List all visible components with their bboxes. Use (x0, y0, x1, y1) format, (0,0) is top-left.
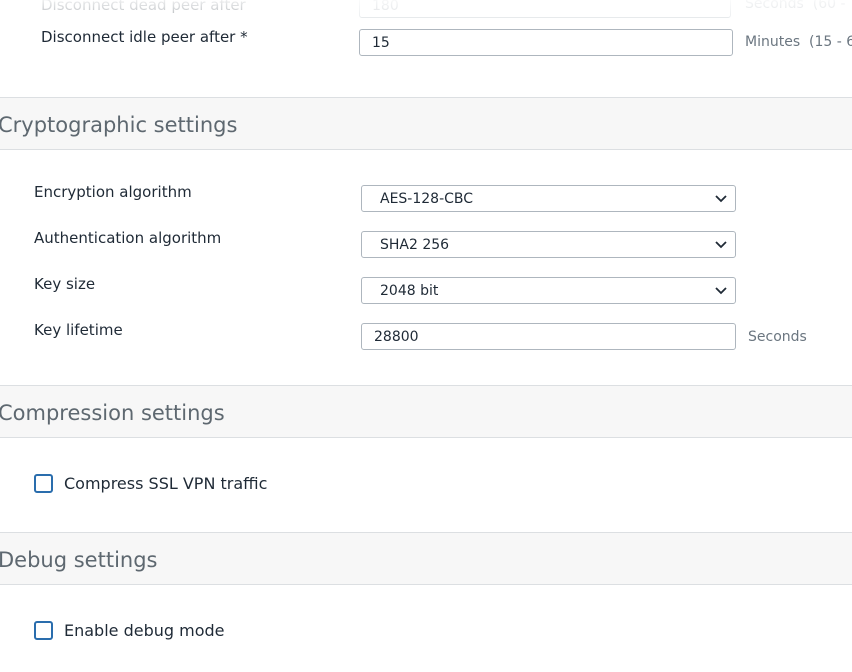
idle-peer-range: (15 - 6 (809, 34, 852, 50)
idle-peer-input[interactable] (359, 29, 733, 56)
crypto-section-header: Cryptographic settings (0, 97, 852, 150)
chevron-down-icon (715, 241, 727, 249)
encryption-select[interactable]: AES-128-CBC (361, 185, 736, 212)
idle-peer-unit: Minutes (15 - 6 (745, 34, 852, 50)
encryption-label: Encryption algorithm (34, 183, 192, 201)
dead-peer-unit: Seconds (60 - (745, 0, 846, 12)
crypto-section-title: Cryptographic settings (0, 113, 238, 137)
dead-peer-row: Disconnect dead peer after 180 Seconds (… (0, 0, 852, 18)
authentication-label: Authentication algorithm (34, 229, 222, 247)
key-lifetime-unit: Seconds (748, 329, 807, 345)
idle-peer-label: Disconnect idle peer after * (41, 28, 248, 46)
key-size-select[interactable]: 2048 bit (361, 277, 736, 304)
key-size-label: Key size (34, 275, 96, 293)
chevron-down-icon (715, 287, 727, 295)
key-lifetime-label: Key lifetime (34, 321, 123, 339)
dead-peer-unit-text: Seconds (745, 0, 804, 12)
key-lifetime-input[interactable] (361, 323, 736, 350)
dead-peer-label: Disconnect dead peer after (41, 0, 246, 14)
encryption-value: AES-128-CBC (380, 191, 474, 207)
debug-mode-checkbox[interactable] (34, 621, 53, 640)
compression-section-title: Compression settings (0, 401, 225, 425)
key-size-value: 2048 bit (380, 283, 439, 299)
compress-traffic-label[interactable]: Compress SSL VPN traffic (64, 474, 267, 493)
compression-section-header: Compression settings (0, 385, 852, 438)
dead-peer-input[interactable]: 180 (359, 0, 731, 18)
authentication-select[interactable]: SHA2 256 (361, 231, 736, 258)
debug-section-header: Debug settings (0, 532, 852, 585)
chevron-down-icon (715, 195, 727, 203)
debug-mode-label[interactable]: Enable debug mode (64, 621, 225, 640)
dead-peer-range: (60 - (812, 0, 846, 12)
compress-traffic-checkbox[interactable] (34, 474, 53, 493)
idle-peer-unit-text: Minutes (745, 34, 801, 50)
ssl-vpn-settings-page: Disconnect dead peer after 180 Seconds (… (0, 0, 852, 672)
authentication-value: SHA2 256 (380, 237, 450, 253)
debug-section-title: Debug settings (0, 548, 158, 572)
